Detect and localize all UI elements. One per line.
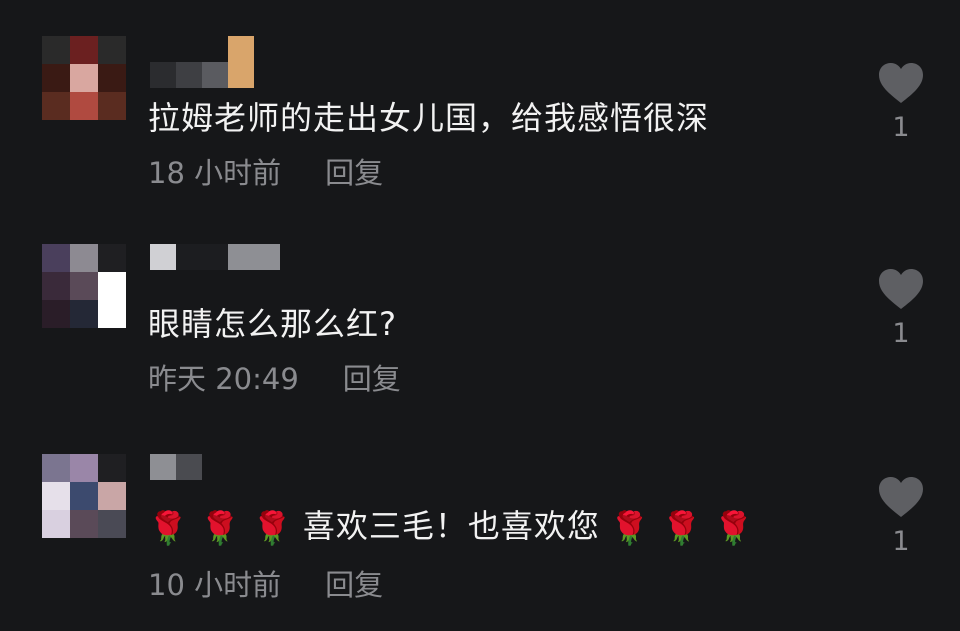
avatar[interactable] bbox=[42, 244, 126, 328]
comment-meta: 昨天 20:49 回复 bbox=[148, 360, 401, 398]
comment-time: 昨天 20:49 bbox=[148, 362, 299, 396]
reply-button[interactable]: 回复 bbox=[325, 154, 383, 192]
like-count: 1 bbox=[892, 526, 910, 557]
heart-icon bbox=[879, 477, 923, 517]
comment-text: 拉姆老师的走出女儿国，给我感悟很深 bbox=[148, 99, 710, 137]
like-count: 1 bbox=[892, 112, 910, 143]
comment-meta: 10 小时前 回复 bbox=[148, 566, 383, 604]
heart-icon bbox=[879, 269, 923, 309]
reply-button[interactable]: 回复 bbox=[343, 360, 401, 398]
comment-time: 10 小时前 bbox=[148, 568, 282, 602]
like-button[interactable]: 1 bbox=[878, 476, 924, 557]
reply-button[interactable]: 回复 bbox=[325, 566, 383, 604]
like-count: 1 bbox=[892, 318, 910, 349]
username-blurred[interactable] bbox=[150, 454, 202, 480]
comment-text: 🌹 🌹 🌹 喜欢三毛！也喜欢您 🌹 🌹 🌹 bbox=[148, 504, 765, 550]
comment-meta: 18 小时前 回复 bbox=[148, 154, 383, 192]
username-blurred[interactable] bbox=[150, 244, 280, 270]
comment-text-body: 喜欢三毛！也喜欢您 bbox=[302, 507, 600, 545]
like-button[interactable]: 1 bbox=[878, 62, 924, 143]
avatar[interactable] bbox=[42, 36, 126, 120]
rose-emoji: 🌹 🌹 🌹 bbox=[609, 509, 755, 547]
rose-emoji: 🌹 🌹 🌹 bbox=[148, 509, 293, 547]
avatar[interactable] bbox=[42, 454, 126, 538]
heart-icon bbox=[879, 63, 923, 103]
like-button[interactable]: 1 bbox=[878, 268, 924, 349]
comment-text: 眼睛怎么那么红? bbox=[148, 305, 397, 343]
comment-time: 18 小时前 bbox=[148, 156, 282, 190]
username-blurred[interactable] bbox=[150, 36, 254, 88]
